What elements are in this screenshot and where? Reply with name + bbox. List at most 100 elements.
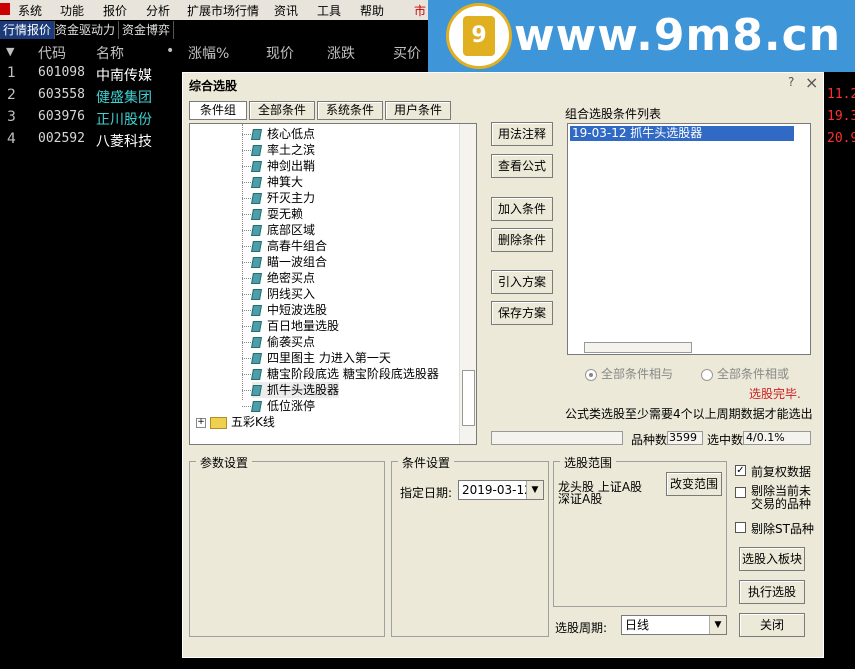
menu-market[interactable]: 市 bbox=[414, 2, 426, 19]
col-code[interactable]: 代码 bbox=[38, 43, 66, 63]
sort-down-icon[interactable]: ▼ bbox=[6, 45, 14, 58]
list-horizontal-scrollbar[interactable] bbox=[584, 342, 692, 353]
condition-list-label: 组合选股条件列表 bbox=[565, 107, 662, 121]
usage-note-button[interactable]: 用法注释 bbox=[491, 122, 553, 146]
tree-item[interactable]: 歼灭主力 bbox=[251, 190, 315, 206]
tree-item[interactable]: 率土之滨 bbox=[251, 142, 315, 158]
tree-item-label: 瞄一波组合 bbox=[267, 255, 328, 269]
tree-item[interactable]: 高春牛组合 bbox=[251, 238, 327, 254]
condition-list[interactable]: 19-03-12 抓牛头选股器 bbox=[567, 123, 811, 355]
add-to-board-button[interactable]: 选股入板块 bbox=[739, 547, 805, 571]
condition-tree[interactable]: 核心低点 率土之滨 神剑出鞘 神箕大 歼灭主力 耍无赖 底部区域 高春牛组合 瞄一波组合 绝密买点… bbox=[189, 123, 477, 445]
range-caption: 选股范围 bbox=[560, 454, 617, 471]
col-change-pct[interactable]: 涨幅% bbox=[188, 43, 229, 63]
watermark-banner: 9 www.9m8.cn bbox=[428, 0, 855, 72]
change-range-button[interactable]: 改变范围 bbox=[666, 472, 722, 496]
condition-settings-caption: 条件设置 bbox=[398, 454, 455, 471]
menu-quote[interactable]: 报价 bbox=[103, 2, 127, 19]
stock-name: 中南传媒 bbox=[96, 68, 152, 84]
tree-folder-wucai-k[interactable]: + 五彩K线 bbox=[196, 414, 275, 430]
tab-all-conditions[interactable]: 全部条件 bbox=[249, 101, 315, 120]
period-label: 选股周期: bbox=[555, 621, 608, 635]
count-value: 3599 bbox=[667, 431, 703, 445]
selected-label: 选中数 bbox=[707, 433, 744, 447]
scrollbar-thumb[interactable] bbox=[462, 370, 475, 426]
condition-list-item[interactable]: 19-03-12 抓牛头选股器 bbox=[570, 126, 794, 141]
tree-guide-branch bbox=[242, 230, 251, 231]
checkbox-exclude-st-label: 剔除ST品种 bbox=[751, 522, 814, 536]
dialog-title: 综合选股 bbox=[189, 79, 238, 93]
menu-extended-market[interactable]: 扩展市场行情 bbox=[187, 2, 259, 19]
tree-guide-branch bbox=[242, 310, 251, 311]
chevron-down-icon[interactable]: ▼ bbox=[709, 616, 726, 634]
checkmark-icon: ✓ bbox=[736, 465, 745, 476]
tree-item[interactable]: 偷袭买点 bbox=[251, 334, 315, 350]
tree-item[interactable]: 核心低点 bbox=[251, 126, 316, 142]
tab-system-conditions[interactable]: 系统条件 bbox=[317, 101, 383, 120]
tree-item[interactable]: 阴线买入 bbox=[251, 286, 315, 302]
execute-screening-button[interactable]: 执行选股 bbox=[739, 580, 805, 604]
close-icon[interactable]: × bbox=[805, 73, 818, 92]
menu-help[interactable]: 帮助 bbox=[360, 2, 384, 19]
stock-name: 八菱科技 bbox=[96, 134, 152, 150]
col-change[interactable]: 涨跌 bbox=[327, 43, 355, 63]
menu-analysis[interactable]: 分析 bbox=[146, 2, 170, 19]
tree-item[interactable]: 绝密买点 bbox=[251, 270, 315, 286]
tree-item[interactable]: 中短波选股 bbox=[251, 302, 327, 318]
help-icon[interactable]: ? bbox=[788, 75, 794, 89]
tree-item[interactable]: 耍无赖 bbox=[251, 206, 303, 222]
radio-or-icon[interactable] bbox=[701, 368, 713, 381]
stock-screener-dialog: 综合选股 ? × 条件组 全部条件 系统条件 用户条件 核心低点 率土之滨 神剑出鞘… bbox=[182, 72, 824, 658]
formula-icon bbox=[251, 225, 262, 236]
tree-item[interactable]: 四里图主 力进入第一天 bbox=[251, 350, 391, 366]
expand-icon[interactable]: + bbox=[196, 417, 206, 428]
tab-condition-group[interactable]: 条件组 bbox=[189, 101, 247, 120]
menu-function[interactable]: 功能 bbox=[60, 2, 84, 19]
close-button[interactable]: 关闭 bbox=[739, 613, 805, 637]
view-formula-button[interactable]: 查看公式 bbox=[491, 154, 553, 178]
col-name[interactable]: 名称 bbox=[96, 43, 124, 63]
tree-item[interactable]: 百日地量选股 bbox=[251, 318, 340, 334]
tab-capital-drive[interactable]: 资金驱动力 bbox=[52, 21, 120, 39]
tree-item[interactable]: 低位涨停 bbox=[251, 398, 315, 414]
checkbox-exclude-st[interactable] bbox=[735, 522, 746, 533]
tab-user-conditions[interactable]: 用户条件 bbox=[385, 101, 451, 120]
period-value: 日线 bbox=[625, 618, 650, 632]
tree-item[interactable]: 瞄一波组合 bbox=[251, 254, 328, 270]
menu-tools[interactable]: 工具 bbox=[317, 2, 341, 19]
tree-item[interactable]: 抓牛头选股器 bbox=[251, 382, 340, 398]
app-logo-icon bbox=[0, 3, 10, 15]
radio-all-and[interactable]: 全部条件相与 bbox=[585, 365, 673, 382]
tree-item[interactable]: 糖宝阶段底选 糖宝阶段底选股器 bbox=[251, 366, 439, 382]
tab-quote[interactable]: 行情报价 bbox=[0, 21, 56, 39]
range-text-line2: 深证A股 bbox=[558, 492, 603, 506]
checkbox-forward-adjust[interactable]: ✓ bbox=[735, 465, 746, 476]
radio-and-icon[interactable] bbox=[585, 368, 597, 381]
tree-guide-branch bbox=[242, 150, 251, 151]
menu-system[interactable]: 系统 bbox=[18, 2, 42, 19]
menu-news[interactable]: 资讯 bbox=[274, 2, 298, 19]
delete-condition-button[interactable]: 删除条件 bbox=[491, 228, 553, 252]
checkbox-exclude-suspended[interactable] bbox=[735, 487, 746, 498]
tree-item-label: 百日地量选股 bbox=[267, 319, 340, 333]
tree-item[interactable]: 底部区域 bbox=[251, 222, 315, 238]
radio-all-or[interactable]: 全部条件相或 bbox=[701, 365, 789, 382]
date-value: 2019-03-12 bbox=[462, 483, 532, 497]
save-plan-button[interactable]: 保存方案 bbox=[491, 301, 553, 325]
chevron-down-icon[interactable]: ▼ bbox=[526, 481, 543, 499]
col-price[interactable]: 现价 bbox=[266, 43, 294, 63]
row-index: 2 bbox=[7, 87, 16, 103]
progress-bar bbox=[491, 431, 623, 445]
tree-item[interactable]: 神箕大 bbox=[251, 174, 303, 190]
import-plan-button[interactable]: 引入方案 bbox=[491, 270, 553, 294]
date-picker[interactable]: 2019-03-12 ▼ bbox=[458, 480, 544, 500]
tab-capital-game[interactable]: 资金博弈 bbox=[119, 21, 175, 39]
row-right-value: 11.2 bbox=[827, 87, 855, 102]
add-condition-button[interactable]: 加入条件 bbox=[491, 197, 553, 221]
col-bid[interactable]: 买价 bbox=[393, 43, 421, 63]
period-select[interactable]: 日线 ▼ bbox=[621, 615, 727, 635]
tree-vertical-scrollbar[interactable] bbox=[459, 124, 476, 444]
tree-item[interactable]: 神剑出鞘 bbox=[251, 158, 315, 174]
tree-item-label: 核心低点 bbox=[267, 127, 316, 141]
tree-guide-branch bbox=[242, 358, 251, 359]
